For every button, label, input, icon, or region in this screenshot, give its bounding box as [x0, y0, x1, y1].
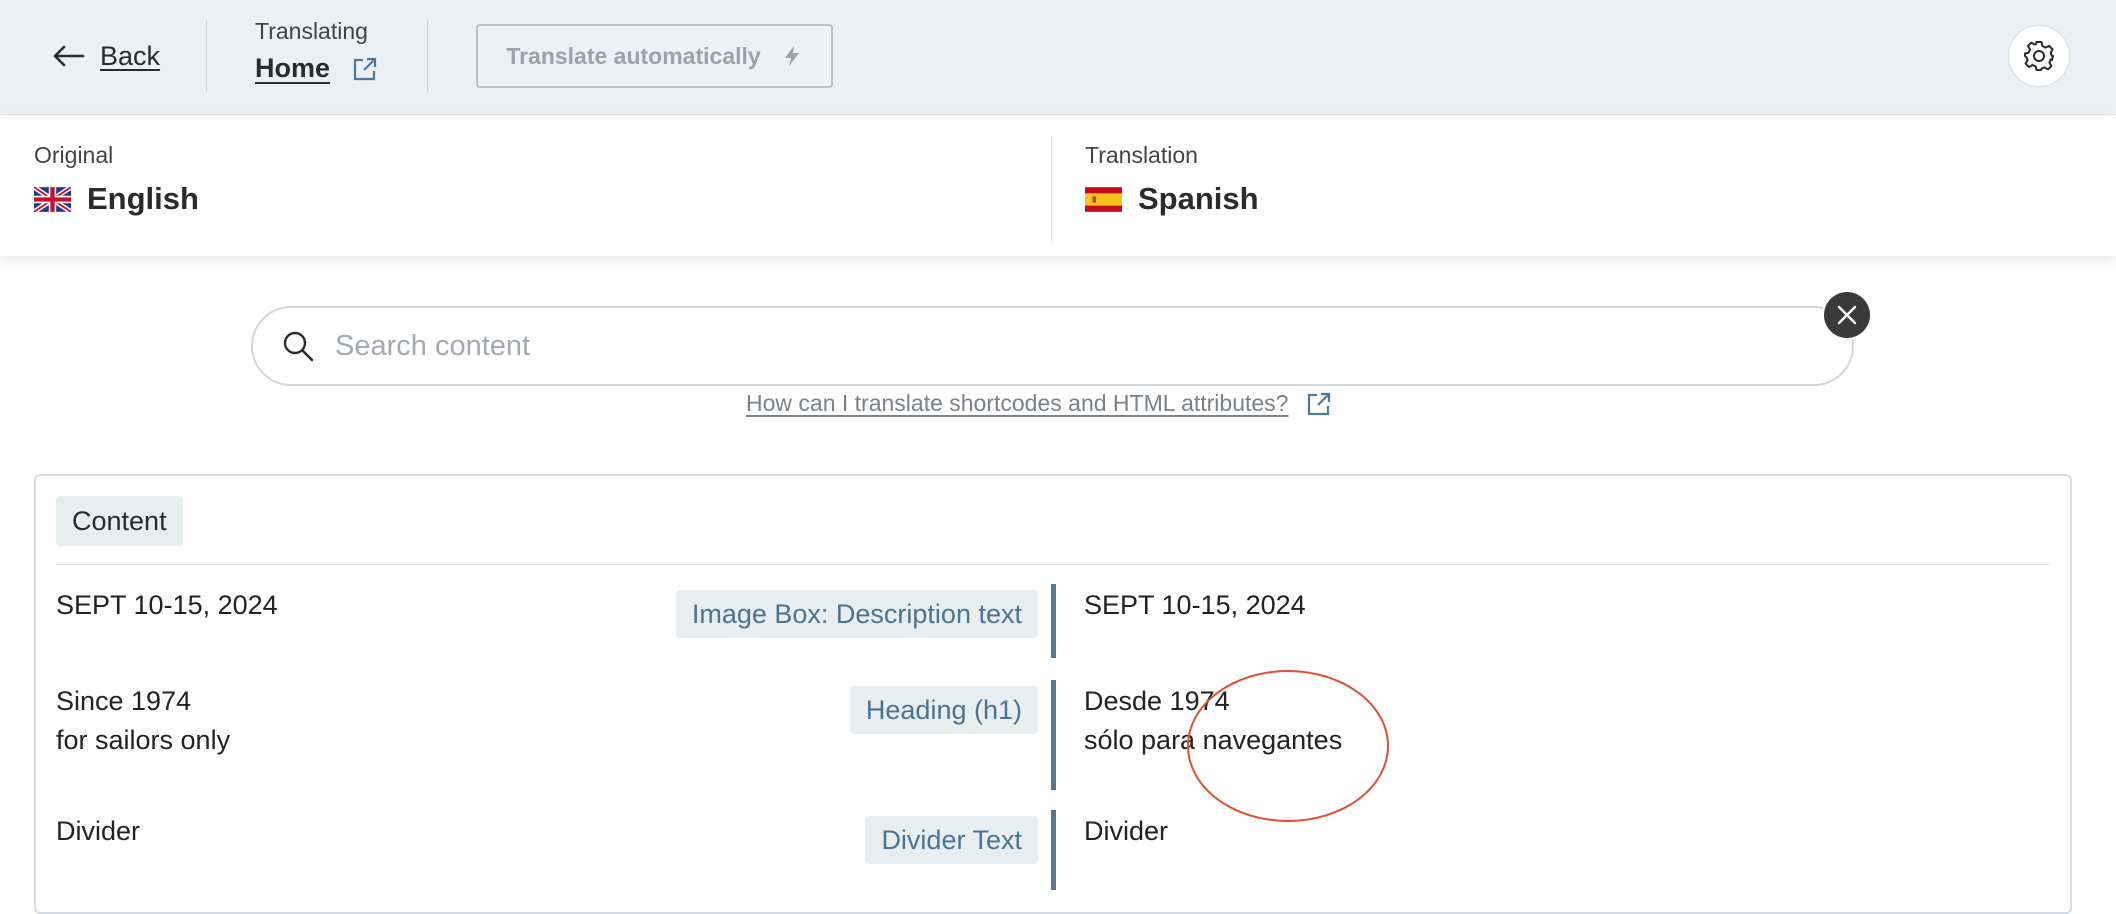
divider: [56, 564, 2050, 565]
uk-flag-icon: [34, 186, 71, 212]
original-line: Since 1974: [56, 686, 192, 716]
divider: [427, 20, 428, 92]
original-text: Divider: [56, 816, 141, 846]
field-type-tag: Divider Text: [865, 816, 1038, 864]
external-link-icon: [1308, 392, 1331, 415]
translation-language: Translation Spanish: [1085, 142, 1259, 217]
section-label: Content: [56, 496, 183, 546]
spain-flag-icon: [1085, 186, 1122, 212]
field-type-tag: Heading (h1): [849, 686, 1038, 734]
clear-search-button[interactable]: [1824, 292, 1870, 338]
back-label: Back: [100, 40, 161, 71]
translating-info: Translating Home: [255, 18, 378, 84]
translation-line: Desde 1974: [1084, 686, 1230, 716]
translation-text[interactable]: SEPT 10-15, 2024: [1084, 586, 1306, 625]
translation-language-name: Spanish: [1138, 181, 1259, 216]
original-text: Since 1974 for sailors only: [56, 682, 230, 760]
search-box: [251, 306, 1854, 386]
search-icon: [283, 331, 314, 362]
original-language-name: English: [87, 181, 199, 216]
translating-caption: Translating: [255, 18, 368, 44]
original-language: Original English: [34, 142, 199, 217]
translate-automatically-label: Translate automatically: [506, 42, 761, 69]
translation-marker: [1051, 810, 1056, 890]
field-type-tag: Image Box: Description text: [675, 590, 1038, 638]
original-text: SEPT 10-15, 2024: [56, 590, 278, 620]
gear-icon: [2024, 41, 2054, 71]
translation-caption: Translation: [1085, 142, 1198, 168]
arrow-left-icon: [53, 45, 85, 67]
content-panel: Content SEPT 10-15, 2024 Image Box: Desc…: [34, 474, 2072, 914]
translation-marker: [1051, 680, 1056, 790]
page-name-link[interactable]: Home: [255, 53, 330, 84]
translation-marker: [1051, 584, 1056, 658]
back-button[interactable]: Back: [50, 38, 160, 74]
translation-text[interactable]: Divider: [1084, 812, 1168, 851]
translation-text[interactable]: Desde 1974 sólo para navegantes: [1084, 682, 1342, 760]
divider: [1051, 136, 1052, 241]
top-bar: Back Translating Home Translate automati…: [0, 0, 2116, 115]
original-line: for sailors only: [56, 725, 231, 755]
divider: [206, 20, 207, 92]
lightning-icon: [784, 46, 799, 66]
help-link-text: How can I translate shortcodes and HTML …: [746, 390, 1289, 416]
original-caption: Original: [34, 142, 114, 168]
help-link[interactable]: How can I translate shortcodes and HTML …: [746, 390, 1332, 417]
translation-line: sólo para navegantes: [1084, 725, 1343, 755]
translate-automatically-button[interactable]: Translate automatically: [476, 24, 833, 88]
external-link-icon[interactable]: [352, 56, 378, 82]
close-icon: [1837, 305, 1857, 325]
settings-button[interactable]: [2008, 25, 2070, 87]
search-input[interactable]: [335, 329, 1735, 363]
language-header: Original English Translation Spanish: [0, 116, 2116, 256]
